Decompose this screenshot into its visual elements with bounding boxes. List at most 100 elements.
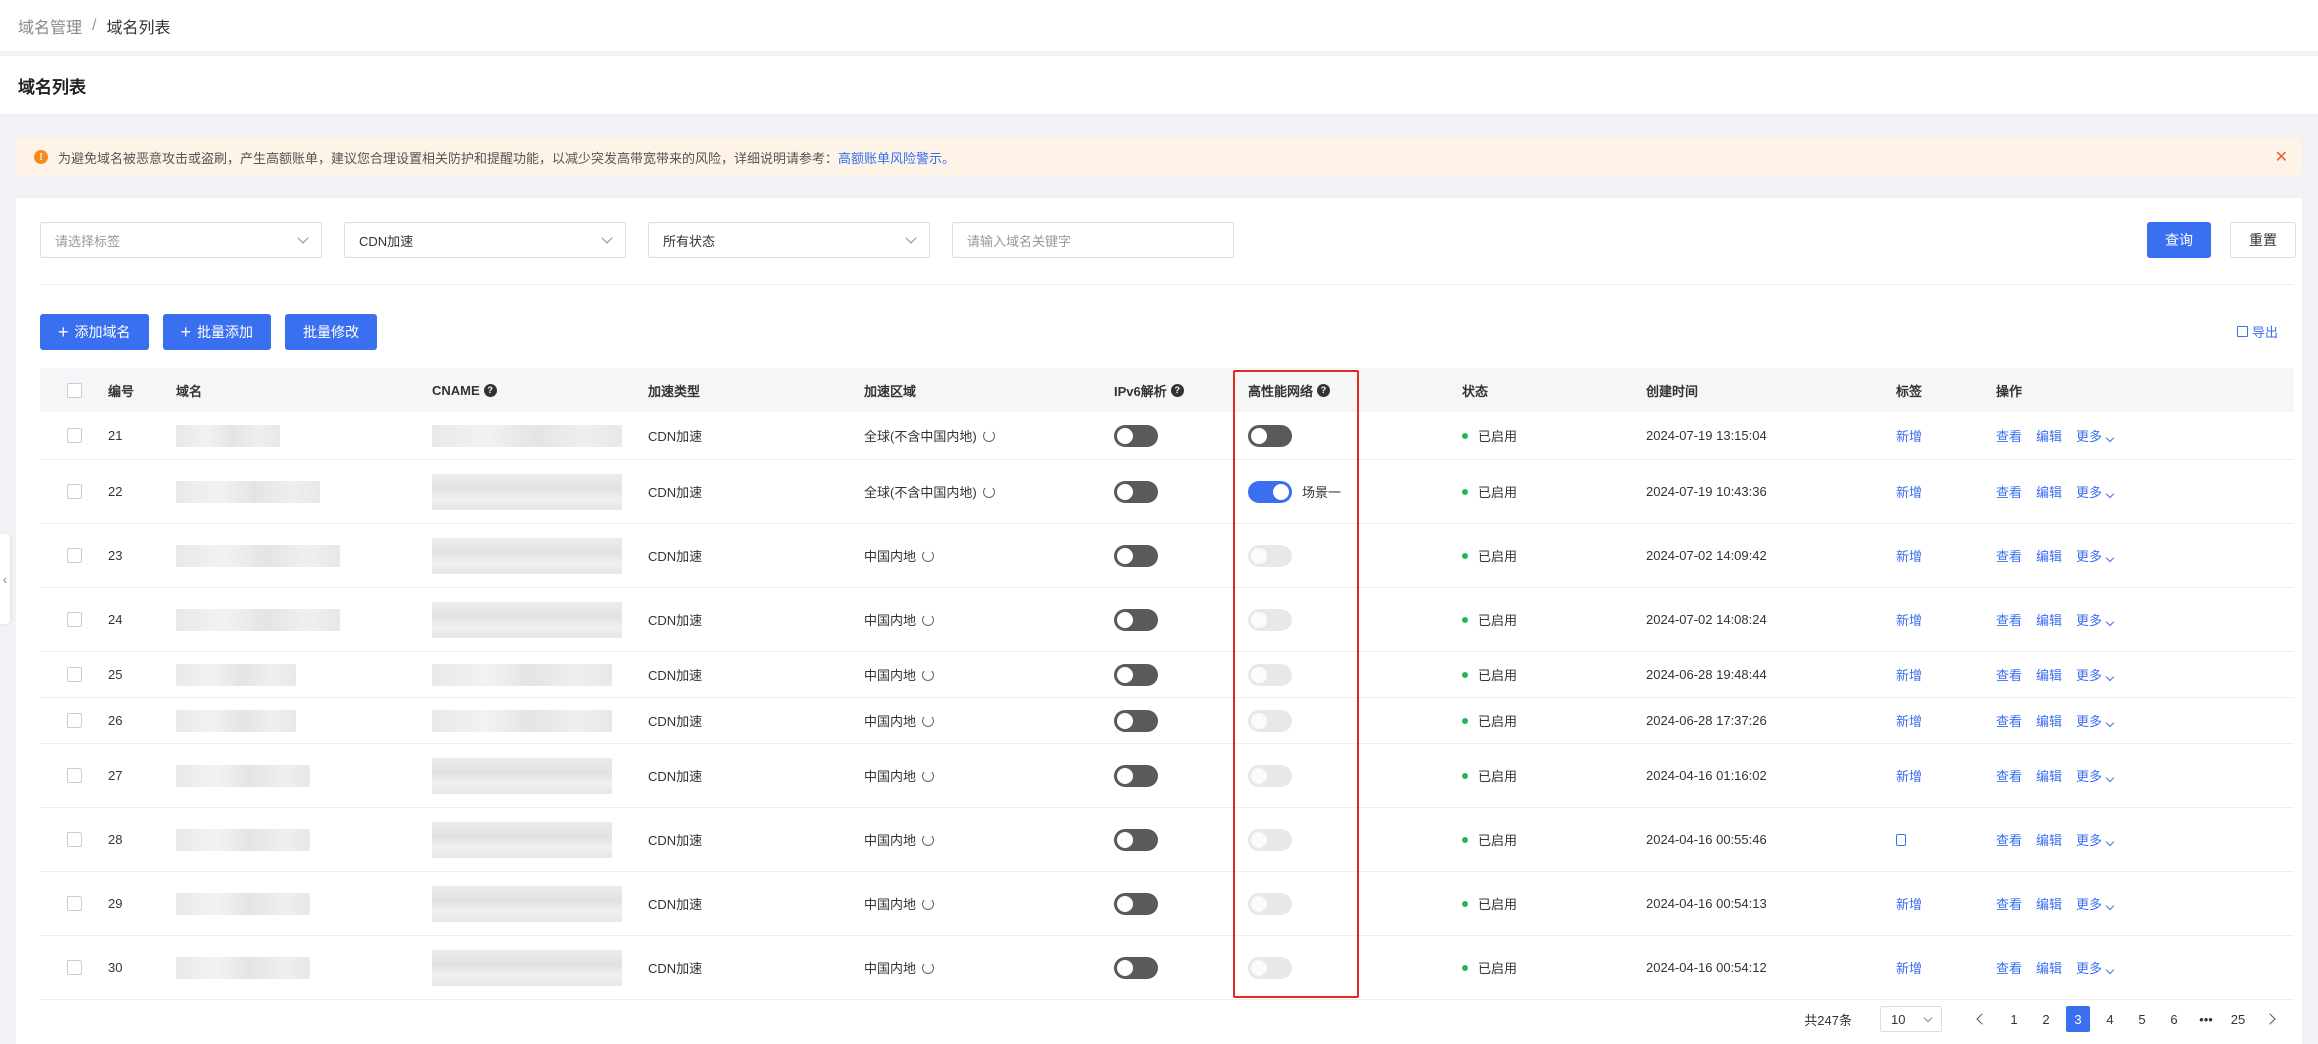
close-icon[interactable]: ✕ bbox=[2275, 147, 2288, 167]
row-checkbox[interactable] bbox=[66, 612, 82, 627]
domain-name-redacted[interactable] bbox=[176, 892, 310, 915]
refresh-icon[interactable] bbox=[922, 668, 935, 681]
reset-button[interactable]: 重置 bbox=[2230, 222, 2296, 258]
more-link[interactable]: 更多 bbox=[2076, 894, 2115, 913]
row-checkbox[interactable] bbox=[66, 960, 82, 975]
ipv6-toggle[interactable] bbox=[1114, 663, 1158, 686]
status-select[interactable]: 所有状态 bbox=[648, 222, 930, 258]
batch-add-button[interactable]: + 批量添加 bbox=[162, 314, 272, 350]
view-link[interactable]: 查看 bbox=[1996, 482, 2022, 501]
ipv6-toggle[interactable] bbox=[1114, 424, 1158, 447]
refresh-icon[interactable] bbox=[922, 769, 935, 782]
hpn-toggle[interactable] bbox=[1248, 828, 1292, 851]
refresh-icon[interactable] bbox=[982, 429, 995, 442]
ipv6-toggle[interactable] bbox=[1114, 544, 1158, 567]
hpn-toggle[interactable] bbox=[1248, 892, 1292, 915]
add-tag-link[interactable]: 新增 bbox=[1896, 766, 1922, 785]
row-checkbox[interactable] bbox=[66, 548, 82, 563]
domain-name-redacted[interactable] bbox=[176, 608, 340, 631]
help-icon[interactable]: ? bbox=[1170, 383, 1184, 397]
alert-link[interactable]: 高额账单风险警示。 bbox=[838, 148, 955, 167]
view-link[interactable]: 查看 bbox=[1996, 711, 2022, 730]
edit-link[interactable]: 编辑 bbox=[2036, 482, 2062, 501]
ipv6-toggle[interactable] bbox=[1114, 480, 1158, 503]
type-select[interactable]: CDN加速 bbox=[344, 222, 626, 258]
ipv6-toggle[interactable] bbox=[1114, 956, 1158, 979]
refresh-icon[interactable] bbox=[922, 897, 935, 910]
row-checkbox[interactable] bbox=[66, 667, 82, 682]
domain-name-redacted[interactable] bbox=[176, 956, 310, 979]
domain-name-redacted[interactable] bbox=[176, 424, 280, 447]
refresh-icon[interactable] bbox=[922, 833, 935, 846]
edit-link[interactable]: 编辑 bbox=[2036, 894, 2062, 913]
keyword-input[interactable]: 请输入域名关键字 bbox=[952, 222, 1234, 258]
hpn-toggle[interactable] bbox=[1248, 663, 1292, 686]
row-checkbox[interactable] bbox=[66, 484, 82, 499]
more-link[interactable]: 更多 bbox=[2076, 426, 2115, 445]
view-link[interactable]: 查看 bbox=[1996, 894, 2022, 913]
row-checkbox[interactable] bbox=[66, 428, 82, 443]
page-number[interactable]: 3 bbox=[2066, 1006, 2090, 1032]
page-ellipsis[interactable]: ••• bbox=[2194, 1006, 2218, 1032]
add-domain-button[interactable]: + 添加域名 bbox=[40, 314, 149, 350]
batch-edit-button[interactable]: 批量修改 bbox=[285, 314, 378, 350]
row-checkbox[interactable] bbox=[66, 832, 82, 847]
edit-link[interactable]: 编辑 bbox=[2036, 610, 2062, 629]
hpn-toggle[interactable] bbox=[1248, 956, 1292, 979]
add-tag-link[interactable]: 新增 bbox=[1896, 894, 1922, 913]
more-link[interactable]: 更多 bbox=[2076, 958, 2115, 977]
ipv6-toggle[interactable] bbox=[1114, 892, 1158, 915]
ipv6-toggle[interactable] bbox=[1114, 709, 1158, 732]
edit-link[interactable]: 编辑 bbox=[2036, 665, 2062, 684]
hpn-toggle[interactable] bbox=[1248, 424, 1292, 447]
refresh-icon[interactable] bbox=[922, 549, 935, 562]
breadcrumb-parent[interactable]: 域名管理 bbox=[18, 14, 82, 38]
view-link[interactable]: 查看 bbox=[1996, 766, 2022, 785]
add-tag-link[interactable]: 新增 bbox=[1896, 665, 1922, 684]
edit-link[interactable]: 编辑 bbox=[2036, 766, 2062, 785]
add-tag-link[interactable]: 新增 bbox=[1896, 610, 1922, 629]
hpn-toggle[interactable] bbox=[1248, 608, 1292, 631]
refresh-icon[interactable] bbox=[922, 961, 935, 974]
page-number[interactable]: 4 bbox=[2098, 1006, 2122, 1032]
domain-name-redacted[interactable] bbox=[176, 544, 340, 567]
edit-link[interactable]: 编辑 bbox=[2036, 426, 2062, 445]
edit-link[interactable]: 编辑 bbox=[2036, 711, 2062, 730]
hpn-toggle[interactable] bbox=[1248, 544, 1292, 567]
row-checkbox[interactable] bbox=[66, 713, 82, 728]
hpn-toggle[interactable] bbox=[1248, 480, 1292, 503]
ipv6-toggle[interactable] bbox=[1114, 764, 1158, 787]
tag-select[interactable]: 请选择标签 bbox=[40, 222, 322, 258]
edit-link[interactable]: 编辑 bbox=[2036, 546, 2062, 565]
add-tag-link[interactable]: 新增 bbox=[1896, 546, 1922, 565]
more-link[interactable]: 更多 bbox=[2076, 610, 2115, 629]
hpn-toggle[interactable] bbox=[1248, 764, 1292, 787]
refresh-icon[interactable] bbox=[982, 485, 995, 498]
view-link[interactable]: 查看 bbox=[1996, 665, 2022, 684]
page-number[interactable]: 25 bbox=[2226, 1006, 2250, 1032]
page-number[interactable]: 5 bbox=[2130, 1006, 2154, 1032]
prev-page-icon[interactable] bbox=[1976, 1013, 1988, 1025]
query-button[interactable]: 查询 bbox=[2147, 222, 2211, 258]
page-number[interactable]: 6 bbox=[2162, 1006, 2186, 1032]
add-tag-link[interactable]: 新增 bbox=[1896, 711, 1922, 730]
more-link[interactable]: 更多 bbox=[2076, 482, 2115, 501]
view-link[interactable]: 查看 bbox=[1996, 958, 2022, 977]
edit-link[interactable]: 编辑 bbox=[2036, 830, 2062, 849]
refresh-icon[interactable] bbox=[922, 613, 935, 626]
export-button[interactable]: 导出 bbox=[2236, 322, 2278, 341]
select-all-checkbox[interactable] bbox=[66, 382, 82, 398]
domain-name-redacted[interactable] bbox=[176, 480, 320, 503]
add-tag-link[interactable]: 新增 bbox=[1896, 426, 1922, 445]
view-link[interactable]: 查看 bbox=[1996, 546, 2022, 565]
row-checkbox[interactable] bbox=[66, 896, 82, 911]
help-icon[interactable]: ? bbox=[483, 383, 497, 397]
ipv6-toggle[interactable] bbox=[1114, 608, 1158, 631]
add-tag-link[interactable]: 新增 bbox=[1896, 958, 1922, 977]
row-checkbox[interactable] bbox=[66, 768, 82, 783]
page-size-select[interactable]: 10 bbox=[1880, 1006, 1942, 1032]
domain-name-redacted[interactable] bbox=[176, 764, 310, 787]
view-link[interactable]: 查看 bbox=[1996, 610, 2022, 629]
page-number[interactable]: 1 bbox=[2002, 1006, 2026, 1032]
edit-link[interactable]: 编辑 bbox=[2036, 958, 2062, 977]
